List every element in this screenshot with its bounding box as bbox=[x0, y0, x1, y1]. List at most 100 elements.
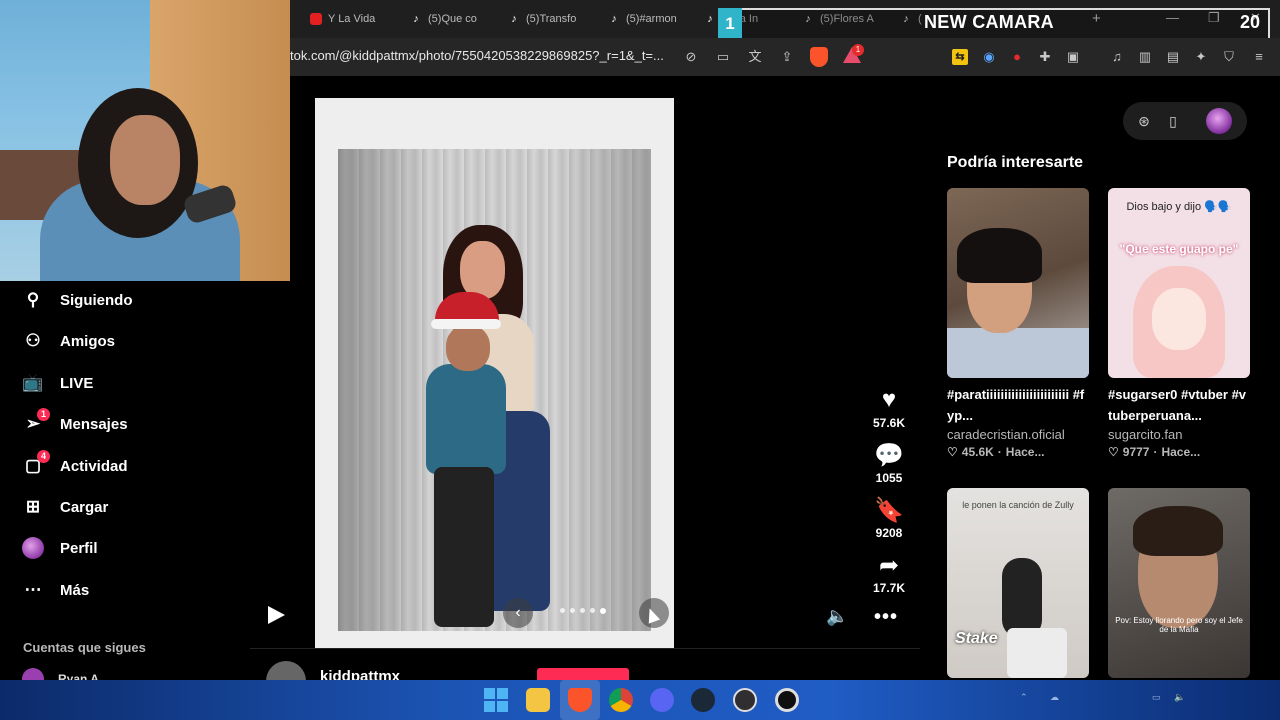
steam-icon[interactable] bbox=[691, 688, 715, 712]
sidebar-toggle-icon[interactable]: ▥ bbox=[1136, 48, 1154, 66]
no-tracking-icon[interactable]: ⊘ bbox=[682, 48, 700, 66]
tab-label: (5)Que co bbox=[428, 13, 477, 25]
browser-tab[interactable]: ♪ (5)Transfo bbox=[508, 8, 576, 30]
suggestion-likes: 45.6K bbox=[961, 445, 994, 459]
record-extension-icon[interactable]: ● bbox=[1008, 48, 1026, 66]
screenshot-icon[interactable]: ▣ bbox=[1064, 48, 1082, 66]
mobile-app-icon[interactable]: ▯ bbox=[1164, 112, 1182, 130]
windows-taskbar: ⌃ ☁ ▭ 🔈 bbox=[0, 680, 1280, 720]
vpn-shield-icon[interactable]: ⛉ bbox=[1220, 48, 1238, 66]
sidebar-item-label: Actividad bbox=[60, 457, 128, 475]
sidebar-item-perfil[interactable]: Perfil bbox=[22, 534, 98, 562]
obs-icon[interactable] bbox=[733, 688, 757, 712]
volume-tray-icon[interactable]: 🔈 bbox=[1174, 692, 1185, 703]
sidebar-item-label: Más bbox=[60, 581, 90, 599]
browser-tab[interactable]: ♪ (5)Que co bbox=[410, 8, 477, 30]
windows-start-icon[interactable] bbox=[484, 688, 508, 712]
suggestions-title: Podría interesarte bbox=[947, 154, 1084, 171]
suggestion-card[interactable]: #paratiiiiiiiiiiiiiiiiiiiiiii #fyp... ca… bbox=[947, 188, 1089, 459]
carousel-dot bbox=[580, 608, 585, 613]
carousel-dot bbox=[570, 608, 575, 613]
suggestion-card[interactable]: Pov: Estoy llorando pero soy el Jefe de … bbox=[1108, 488, 1250, 678]
suggestion-thumbnail: Dios bajo y dijo 🗣️🗣️ "Que este guapo pe… bbox=[1108, 188, 1250, 378]
thumbnail-caption: le ponen la canción de Zully bbox=[962, 500, 1074, 510]
share-count: 17.7K bbox=[872, 581, 906, 595]
suggestion-meta: ♡ 9777 · Hace... bbox=[1108, 445, 1250, 459]
share-icon[interactable]: ⇪ bbox=[778, 48, 796, 66]
sidebar-item-siguiendo[interactable]: ⚲ Siguiendo bbox=[22, 286, 133, 314]
activity-inbox-icon: ▢ 4 bbox=[22, 450, 50, 477]
menu-icon[interactable]: ≡ bbox=[1250, 48, 1268, 66]
previous-photo-button[interactable]: ‹ bbox=[503, 598, 533, 628]
search-app-icon[interactable] bbox=[775, 688, 799, 712]
play-icon[interactable] bbox=[268, 606, 285, 624]
discord-icon[interactable] bbox=[650, 688, 674, 712]
photo-post[interactable] bbox=[315, 98, 674, 648]
suggestion-meta: ♡ 45.6K · Hace... bbox=[947, 445, 1089, 459]
suggestion-card[interactable]: Dios bajo y dijo 🗣️🗣️ "Que este guapo pe… bbox=[1108, 188, 1250, 459]
cast-icon[interactable]: ▭ bbox=[714, 48, 732, 66]
thumbnail-brand: Stake bbox=[955, 630, 998, 647]
brave-shields-icon[interactable] bbox=[810, 47, 828, 67]
suggestion-author: caradecristian.oficial bbox=[947, 427, 1065, 442]
translate-icon[interactable]: 文 bbox=[746, 48, 764, 66]
suggestion-time: Hace... bbox=[1005, 445, 1045, 459]
extension-icon[interactable]: ⇆ bbox=[952, 49, 968, 65]
address-bar: tok.com/@kiddpattmx/photo/75504205382298… bbox=[290, 38, 1280, 76]
browser-tab[interactable]: Y La Vida bbox=[310, 8, 375, 30]
network-icon[interactable]: ▭ bbox=[1152, 692, 1161, 703]
media-controls-icon[interactable]: ♫ bbox=[1108, 48, 1126, 66]
separator: · bbox=[1153, 445, 1158, 459]
suggestion-time: Hace... bbox=[1161, 445, 1201, 459]
browser-tab[interactable]: ♪ (5)#armon bbox=[608, 8, 677, 30]
live-tv-icon: 📺 bbox=[22, 373, 44, 392]
sidebar-item-live[interactable]: 📺 LIVE bbox=[22, 369, 93, 397]
sidebar-item-cargar[interactable]: ⊞ Cargar bbox=[22, 493, 108, 521]
following-accounts-header: Cuentas que sigues bbox=[23, 640, 146, 655]
tab-label: (5)#armon bbox=[626, 13, 677, 25]
separator: · bbox=[997, 445, 1002, 459]
messages-icon: ➢ 1 bbox=[22, 408, 50, 435]
sidebar-item-actividad[interactable]: ▢ 4 Actividad bbox=[22, 450, 128, 480]
audio-extension-icon[interactable]: ◉ bbox=[980, 48, 998, 66]
brave-browser-icon[interactable] bbox=[568, 688, 592, 712]
tab-label: (5)Transfo bbox=[526, 13, 577, 25]
stream-scene-number: 1 bbox=[718, 8, 742, 40]
suggestion-thumbnail bbox=[947, 188, 1089, 378]
share-button[interactable]: ➦ 17.7K bbox=[866, 551, 912, 596]
sidebar-item-label: Cargar bbox=[60, 498, 109, 516]
tiktok-icon: ♪ bbox=[707, 13, 713, 25]
carousel-dot bbox=[590, 608, 595, 613]
carousel-dot bbox=[560, 608, 565, 613]
chevron-up-icon[interactable]: ⌃ bbox=[1020, 692, 1028, 703]
suggestion-card[interactable]: le ponen la canción de Zully Stake bbox=[947, 488, 1089, 678]
thumbnail-caption: Dios bajo y dijo 🗣️🗣️ bbox=[1126, 201, 1232, 213]
chrome-icon[interactable] bbox=[609, 688, 633, 712]
sidebar-item-label: LIVE bbox=[60, 374, 94, 392]
thumbnail-caption: Pov: Estoy llorando pero soy el Jefe de … bbox=[1115, 616, 1243, 634]
more-options-button[interactable]: ••• bbox=[874, 606, 898, 629]
youtube-icon bbox=[310, 13, 322, 25]
sidebar-item-mas[interactable]: ⋯ Más bbox=[22, 576, 90, 604]
tiktok-icon: ♪ bbox=[611, 13, 617, 25]
wallet-icon[interactable]: ▤ bbox=[1164, 48, 1182, 66]
file-explorer-icon[interactable] bbox=[526, 688, 550, 712]
tab-label: Y La Vida bbox=[328, 13, 376, 25]
cloud-icon[interactable]: ☁ bbox=[1050, 692, 1059, 703]
url-field[interactable]: tok.com/@kiddpattmx/photo/75504205382298… bbox=[290, 48, 664, 63]
person-following-icon: ⚲ bbox=[26, 290, 40, 309]
suggestion-author: sugarcito.fan bbox=[1108, 427, 1183, 442]
leo-ai-icon[interactable]: ✦ bbox=[1192, 48, 1210, 66]
user-avatar[interactable] bbox=[1206, 108, 1232, 134]
carousel-dot-active bbox=[600, 608, 606, 614]
volume-icon[interactable]: 🔈 bbox=[826, 606, 848, 627]
like-button[interactable]: ♥ 57.6K bbox=[866, 386, 912, 430]
sidebar-item-mensajes[interactable]: ➢ 1 Mensajes bbox=[22, 408, 128, 438]
suggestion-description: #sugarser0 #vtuber #vtuberperuana... bbox=[1108, 387, 1247, 423]
compass-icon[interactable]: ⊛ bbox=[1135, 112, 1153, 130]
bookmark-icon: 🔖 bbox=[874, 496, 904, 524]
puzzle-extensions-icon[interactable]: ✚ bbox=[1036, 48, 1054, 66]
save-button[interactable]: 🔖 9208 bbox=[866, 496, 912, 541]
sidebar-item-amigos[interactable]: ⚇ Amigos bbox=[22, 327, 115, 355]
comment-button[interactable]: 💬 1055 bbox=[866, 441, 912, 486]
